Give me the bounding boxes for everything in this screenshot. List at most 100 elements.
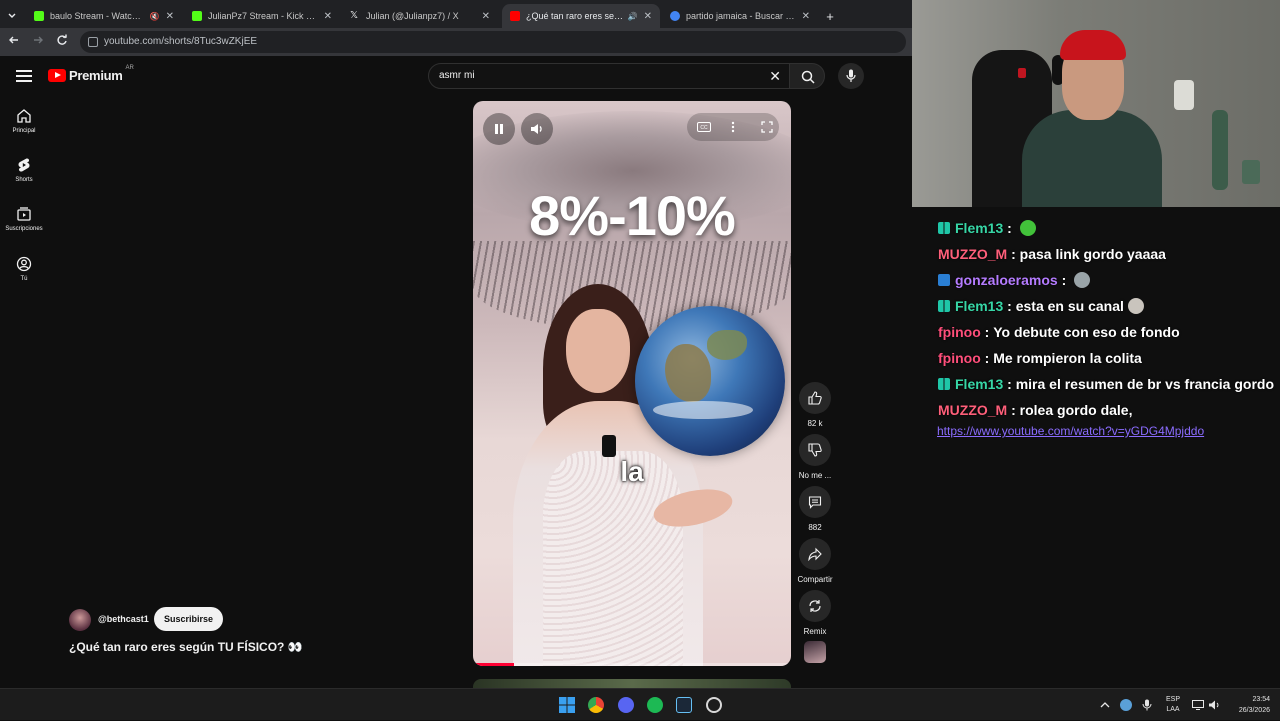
chat-emote-icon [1019, 220, 1036, 236]
pause-icon [495, 124, 503, 134]
guide-item-subscriptions[interactable]: Suscripciones [0, 206, 48, 232]
new-tab-button[interactable]: + [820, 4, 840, 28]
close-tab-icon[interactable]: ✕ [802, 11, 810, 22]
player-controls-group: CC [687, 113, 779, 141]
reload-button[interactable] [54, 34, 70, 50]
address-bar[interactable]: youtube.com/shorts/8Tuc3wZKjEE [80, 31, 906, 53]
close-tab-icon[interactable]: ✕ [482, 11, 490, 22]
chat-separator: : [1003, 220, 1016, 236]
chat-badge-icon [938, 300, 950, 312]
thumbs-up-icon [808, 391, 822, 405]
back-button[interactable] [6, 34, 22, 50]
browser-toolbar: youtube.com/shorts/8Tuc3wZKjEE [0, 28, 912, 56]
captions-icon[interactable]: CC [697, 122, 711, 132]
fullscreen-icon[interactable] [761, 121, 773, 133]
chat-text: mira el resumen de br vs francia gordo [1015, 376, 1275, 392]
video-progress-bar[interactable] [473, 663, 791, 666]
sound-source-thumbnail[interactable] [804, 641, 826, 663]
discord-icon[interactable] [618, 697, 634, 713]
browser-tab[interactable]: partido jamaica - Buscar con G ✕ [662, 4, 818, 28]
subscribe-button[interactable]: Suscribirse [154, 607, 224, 631]
windows-logo-icon [559, 697, 575, 713]
next-short-preview[interactable] [473, 679, 791, 688]
browser-tab[interactable]: baulo Stream - Watch Live 🔇 ✕ [26, 4, 182, 28]
chat-message: Flem13 : [938, 220, 1036, 236]
share-icon [808, 547, 822, 561]
pause-button[interactable] [483, 113, 515, 145]
microphone-tray-icon[interactable] [1142, 699, 1152, 711]
dislike-button[interactable]: No me ... [795, 434, 835, 480]
svg-text:CC: CC [700, 125, 708, 131]
start-button[interactable] [559, 697, 575, 713]
chat-link[interactable]: https://www.youtube.com/watch?v=yGDG4Mpj… [937, 424, 1204, 438]
chrome-icon[interactable] [588, 697, 604, 713]
search-input[interactable]: asmr mi ✕ [428, 63, 790, 89]
remix-button[interactable]: Remix [795, 590, 835, 636]
google-icon [670, 11, 680, 21]
tab-search-button[interactable] [4, 4, 20, 28]
spotify-icon[interactable] [647, 697, 663, 713]
clock[interactable]: 23:54 26/3/2026 [1224, 689, 1270, 721]
youtube-header: Premium AR asmr mi ✕ [0, 56, 912, 100]
chat-username[interactable]: Flem13 [955, 298, 1003, 314]
youtube-play-icon [48, 69, 66, 82]
share-button[interactable]: Compartir [795, 538, 835, 584]
chat-emote-icon [1127, 298, 1144, 314]
volume-icon [531, 124, 542, 134]
youtube-icon [510, 11, 520, 21]
kick-icon [34, 11, 44, 21]
clear-search-icon[interactable]: ✕ [769, 64, 781, 88]
muted-speaker-icon[interactable]: 🔇 [150, 12, 160, 21]
speaker-tray-icon[interactable] [1208, 700, 1220, 710]
browser-tab-active[interactable]: ¿Qué tan raro eres según TI 🔊 ✕ [502, 4, 660, 28]
shorts-video-player[interactable]: 8%-10% la CC [473, 101, 791, 666]
steam-icon[interactable] [676, 697, 692, 713]
menu-icon[interactable] [16, 70, 32, 82]
close-tab-icon[interactable]: ✕ [644, 11, 652, 22]
youtube-logo[interactable]: Premium AR [48, 65, 134, 83]
kick-icon [192, 11, 202, 21]
like-button[interactable]: 82 k [795, 382, 835, 428]
onedrive-icon[interactable] [1120, 699, 1132, 711]
microphone-icon [846, 69, 856, 82]
guide-item-home[interactable]: Principal [0, 108, 48, 134]
stream-chat-overlay: Flem13 : MUZZO_M : pasa link gordo yaaaa… [930, 212, 1280, 452]
close-tab-icon[interactable]: ✕ [166, 11, 174, 22]
chat-separator: : [980, 350, 994, 366]
chat-message: fpinoo : Me rompieron la colita [938, 350, 1142, 366]
chat-username[interactable]: fpinoo [938, 324, 981, 340]
voice-search-button[interactable] [838, 63, 864, 89]
speaker-icon[interactable]: 🔊 [628, 12, 638, 21]
search-button[interactable] [789, 63, 825, 89]
chat-separator: : [1007, 402, 1020, 418]
home-icon [17, 109, 31, 123]
guide-item-you[interactable]: Tú [0, 256, 48, 282]
browser-tab[interactable]: JulianPz7 Stream - Kick Dashbo ✕ [184, 4, 340, 28]
guide-item-shorts[interactable]: Shorts [0, 157, 48, 183]
chat-separator: : [980, 324, 994, 340]
chat-username[interactable]: gonzaloeramos [955, 272, 1058, 288]
chat-username[interactable]: Flem13 [955, 376, 1003, 392]
language-indicator[interactable]: ESP LAA [1160, 689, 1186, 721]
site-info-icon[interactable] [88, 37, 98, 47]
chat-emote-icon [1074, 272, 1091, 288]
chat-username[interactable]: MUZZO_M [938, 402, 1007, 418]
more-options-icon[interactable] [731, 121, 735, 133]
close-tab-icon[interactable]: ✕ [324, 11, 332, 22]
chat-message: Flem13 : mira el resumen de br vs franci… [938, 376, 1274, 392]
volume-button[interactable] [521, 113, 553, 145]
video-overlay-text: 8%-10% [529, 184, 736, 247]
display-icon[interactable] [1192, 700, 1204, 710]
chevron-up-icon[interactable] [1100, 701, 1110, 709]
chat-text: rolea gordo dale, [1019, 402, 1133, 418]
obs-icon[interactable] [706, 697, 722, 713]
chat-username[interactable]: fpinoo [938, 350, 981, 366]
channel-avatar[interactable] [69, 609, 91, 631]
comments-button[interactable]: 882 [795, 486, 835, 532]
reload-icon [57, 34, 67, 45]
chat-username[interactable]: Flem13 [955, 220, 1003, 236]
chat-username[interactable]: MUZZO_M [938, 246, 1007, 262]
forward-button[interactable] [30, 34, 46, 50]
browser-tab[interactable]: 𝕏 Julian (@Julianpz7) / X ✕ [342, 4, 498, 28]
channel-handle[interactable]: @bethcast1 [98, 614, 149, 624]
